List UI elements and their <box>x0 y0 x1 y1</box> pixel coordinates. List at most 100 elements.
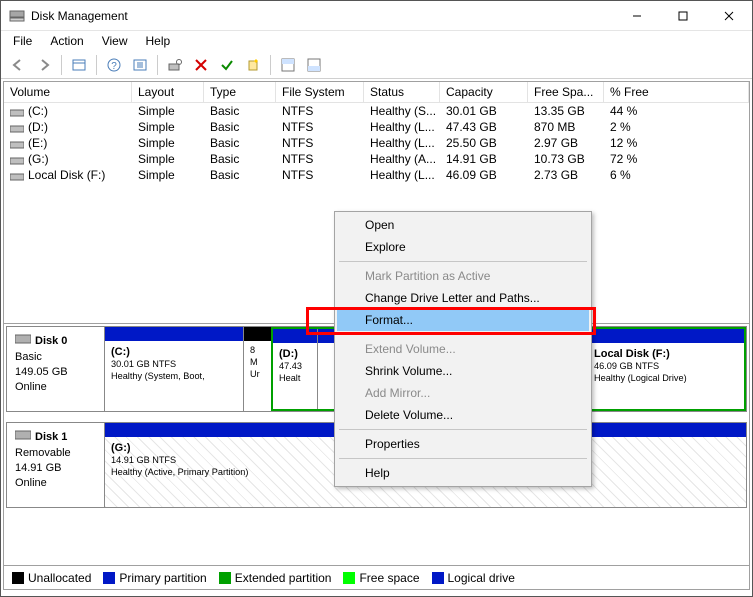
apply-button[interactable] <box>216 54 238 76</box>
column-file-system[interactable]: File System <box>276 82 364 103</box>
volume-capacity: 46.09 GB <box>440 167 528 183</box>
partition-title: (G:) <box>111 442 131 454</box>
forward-button[interactable] <box>33 54 55 76</box>
titlebar: Disk Management <box>1 1 752 31</box>
volume-row[interactable]: (G:)SimpleBasicNTFSHealthy (A...14.91 GB… <box>4 151 749 167</box>
volume-name: (G:) <box>28 152 49 166</box>
ctx-separator <box>339 261 587 262</box>
settings-button[interactable] <box>164 54 186 76</box>
volume-row[interactable]: (D:)SimpleBasicNTFSHealthy (L...47.43 GB… <box>4 119 749 135</box>
volume-layout: Simple <box>132 103 204 119</box>
ctx-separator <box>339 334 587 335</box>
ctx-change-letter[interactable]: Change Drive Letter and Paths... <box>337 287 589 309</box>
legend-primary: Primary partition <box>103 571 206 585</box>
column-capacity[interactable]: Capacity <box>440 82 528 103</box>
statusbar <box>1 592 752 596</box>
volume-fs: NTFS <box>276 119 364 135</box>
layout-bottom-button[interactable] <box>303 54 325 76</box>
disk-type: Basic <box>15 350 96 365</box>
volume-status: Healthy (L... <box>364 119 440 135</box>
disk-type: Removable <box>15 446 96 461</box>
ctx-separator <box>339 458 587 459</box>
volume-pct-free: 44 % <box>604 103 749 119</box>
volume-pct-free: 2 % <box>604 119 749 135</box>
toolbar-separator <box>61 55 62 75</box>
volume-free: 870 MB <box>528 119 604 135</box>
back-button[interactable] <box>7 54 29 76</box>
volume-icon <box>10 171 24 181</box>
column-type[interactable]: Type <box>204 82 276 103</box>
window-root: Disk Management File Action View Help ? <box>0 0 753 597</box>
legend-logical: Logical drive <box>432 571 515 585</box>
ctx-explore[interactable]: Explore <box>337 236 589 258</box>
volume-list-header: Volume Layout Type File System Status Ca… <box>4 82 749 103</box>
refresh-button[interactable] <box>129 54 151 76</box>
volume-status: Healthy (S... <box>364 103 440 119</box>
delete-button[interactable] <box>190 54 212 76</box>
partition-info: 30.01 GB NTFS <box>111 359 237 371</box>
ctx-add-mirror: Add Mirror... <box>337 382 589 404</box>
app-icon <box>9 8 25 24</box>
volume-free: 13.35 GB <box>528 103 604 119</box>
column-free-space[interactable]: Free Spa... <box>528 82 604 103</box>
svg-text:?: ? <box>111 61 117 72</box>
volume-row[interactable]: (C:)SimpleBasicNTFSHealthy (S...30.01 GB… <box>4 103 749 119</box>
volume-status: Healthy (L... <box>364 135 440 151</box>
menu-help[interactable]: Help <box>138 33 179 49</box>
column-layout[interactable]: Layout <box>132 82 204 103</box>
volume-capacity: 30.01 GB <box>440 103 528 119</box>
toolbar-separator <box>270 55 271 75</box>
volume-free: 2.97 GB <box>528 135 604 151</box>
legend-free: Free space <box>343 571 419 585</box>
menu-file[interactable]: File <box>5 33 40 49</box>
column-status[interactable]: Status <box>364 82 440 103</box>
volume-name: (D:) <box>28 120 48 134</box>
volume-name: (C:) <box>28 104 48 118</box>
show-hide-button[interactable] <box>68 54 90 76</box>
volume-type: Basic <box>204 167 276 183</box>
volume-layout: Simple <box>132 151 204 167</box>
partition-c[interactable]: (C:) 30.01 GB NTFS Healthy (System, Boot… <box>105 327 243 411</box>
volume-type: Basic <box>204 135 276 151</box>
maximize-button[interactable] <box>660 1 706 30</box>
ctx-format[interactable]: Format... <box>337 309 589 331</box>
partition-unallocated[interactable]: 8 M Ur <box>243 327 271 411</box>
volume-capacity: 25.50 GB <box>440 135 528 151</box>
new-button[interactable] <box>242 54 264 76</box>
disk-name-text: Disk 1 <box>35 430 67 445</box>
volume-capacity: 47.43 GB <box>440 119 528 135</box>
legend-unallocated: Unallocated <box>12 571 91 585</box>
ctx-help[interactable]: Help <box>337 462 589 484</box>
partition-d[interactable]: (D:) 47.43 Healt <box>273 329 317 409</box>
context-menu: Open Explore Mark Partition as Active Ch… <box>334 211 592 487</box>
ctx-delete-volume[interactable]: Delete Volume... <box>337 404 589 426</box>
partition-info: 46.09 GB NTFS <box>594 361 738 373</box>
volume-layout: Simple <box>132 135 204 151</box>
minimize-button[interactable] <box>614 1 660 30</box>
volume-type: Basic <box>204 119 276 135</box>
volume-fs: NTFS <box>276 151 364 167</box>
disk-label[interactable]: Disk 1 Removable 14.91 GB Online <box>7 423 105 507</box>
close-button[interactable] <box>706 1 752 30</box>
help-button[interactable]: ? <box>103 54 125 76</box>
menu-view[interactable]: View <box>94 33 136 49</box>
toolbar-separator <box>96 55 97 75</box>
volume-type: Basic <box>204 151 276 167</box>
column-pct-free[interactable]: % Free <box>604 82 749 103</box>
disk-icon <box>15 333 31 350</box>
layout-top-button[interactable] <box>277 54 299 76</box>
ctx-shrink-volume[interactable]: Shrink Volume... <box>337 360 589 382</box>
column-volume[interactable]: Volume <box>4 82 132 103</box>
volume-row[interactable]: Local Disk (F:)SimpleBasicNTFSHealthy (L… <box>4 167 749 183</box>
volume-status: Healthy (A... <box>364 151 440 167</box>
disk-label[interactable]: Disk 0 Basic 149.05 GB Online <box>7 327 105 411</box>
ctx-properties[interactable]: Properties <box>337 433 589 455</box>
disk-state: Online <box>15 476 96 491</box>
ctx-open[interactable]: Open <box>337 214 589 236</box>
legend: Unallocated Primary partition Extended p… <box>4 565 749 589</box>
disk-size: 14.91 GB <box>15 461 96 476</box>
volume-row[interactable]: (E:)SimpleBasicNTFSHealthy (L...25.50 GB… <box>4 135 749 151</box>
menu-action[interactable]: Action <box>42 33 91 49</box>
volume-layout: Simple <box>132 167 204 183</box>
partition-f[interactable]: Local Disk (F:) 46.09 GB NTFS Healthy (L… <box>587 329 744 409</box>
